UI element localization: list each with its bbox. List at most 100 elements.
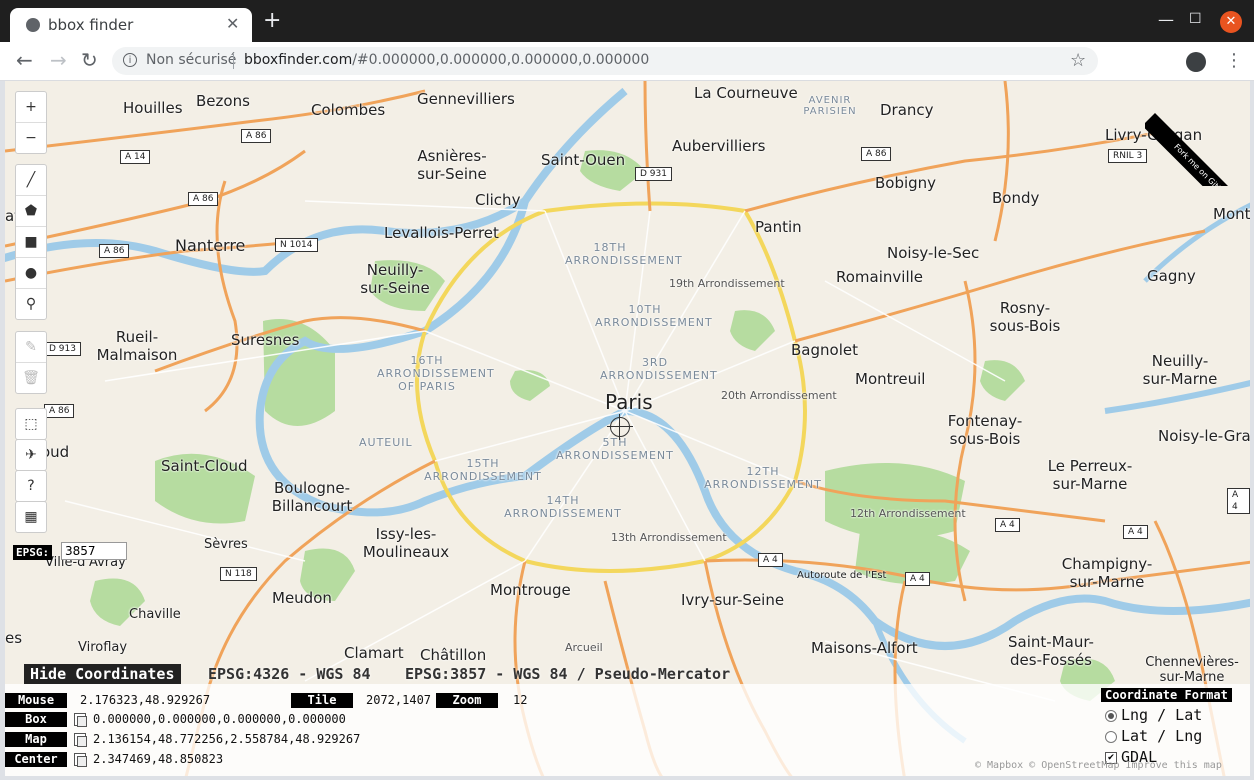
road-badge: A 86 [188, 192, 219, 206]
place-label: Neuilly-sur-Seine [360, 261, 430, 297]
grid-control: ▦ [15, 501, 47, 533]
info-icon[interactable]: i [123, 53, 137, 67]
tile-label: Tile [291, 693, 353, 708]
epsg-input[interactable] [61, 542, 127, 560]
place-label: Nanterre [175, 236, 246, 255]
place-label: 20th Arrondissement [721, 389, 837, 402]
address-bar[interactable]: i Non sécurisé bboxfinder.com/#0.000000,… [112, 47, 1098, 75]
road-badge: A 86 [99, 244, 130, 258]
place-label: 12th Arrondissement [850, 507, 966, 520]
minimize-icon[interactable]: — [1158, 10, 1174, 29]
place-label: Sèvres [204, 537, 248, 552]
place-label: es [5, 629, 23, 647]
satellite-icon[interactable]: ✈ [16, 440, 46, 470]
place-label: Drancy [880, 101, 934, 119]
place-label: Bagnolet [791, 341, 858, 359]
place-label: Bondy [992, 189, 1040, 207]
grid-icon[interactable]: ▦ [16, 502, 46, 532]
help-control: ? [15, 470, 47, 502]
place-label: Suresnes [231, 331, 300, 349]
help-icon[interactable]: ? [16, 471, 46, 501]
road-label: Autoroute de l'Est [797, 570, 887, 581]
polyline-icon[interactable]: ╱ [16, 165, 46, 196]
satellite-control: ✈ [15, 439, 47, 471]
tab-mercator[interactable]: EPSG:3857 - WGS 84 / Pseudo-Mercator [405, 665, 730, 683]
zoom-out-button[interactable]: − [16, 123, 46, 153]
tab-strip: bbox finder ✕ + — ☐ ✕ [0, 0, 1254, 42]
place-label: Issy-les-Moulineaux [362, 525, 450, 561]
forward-icon[interactable]: → [50, 48, 67, 72]
place-label: Maisons-Alfort [811, 639, 918, 657]
crosshair-icon [607, 414, 633, 440]
place-label: Montreuil [855, 370, 926, 388]
hide-coordinates-button[interactable]: Hide Coordinates [24, 664, 181, 684]
place-label: Asnières-sur-Seine [417, 147, 487, 183]
tab-title: bbox finder [48, 16, 134, 34]
coordinate-format-title: Coordinate Format [1101, 688, 1232, 702]
rectangle-icon[interactable]: ■ [16, 227, 46, 258]
copy-icon[interactable] [74, 733, 87, 747]
security-label: Non sécurisé [146, 52, 237, 68]
place-label: Bobigny [875, 174, 937, 192]
draw-toolbar: ╱ ⬟ ■ ● ⚲ [15, 164, 47, 320]
place-label: Colombes [311, 101, 386, 119]
place-label: Romainville [836, 268, 924, 286]
profile-icon[interactable] [1186, 52, 1206, 72]
epsg-label: EPSG: [13, 545, 53, 560]
maximize-icon[interactable]: ☐ [1189, 11, 1202, 27]
github-ribbon[interactable]: Fork me on GitHub [1145, 81, 1250, 186]
place-label: Arcueil [565, 641, 603, 654]
place-label: Clichy [475, 191, 521, 209]
place-label: Rosny-sous-Bois [989, 299, 1061, 335]
url-path: /#0.000000,0.000000,0.000000,0.000000 [352, 52, 650, 68]
github-ribbon-label: Fork me on GitHub [1145, 113, 1250, 186]
zoom-label: Zoom [436, 693, 498, 708]
format-lnglat[interactable]: Lng / Lat [1121, 706, 1202, 724]
map-canvas[interactable]: Houilles Bezons Colombes Gennevilliers L… [5, 81, 1250, 776]
place-label: Gennevilliers [417, 90, 515, 108]
close-window-icon[interactable]: ✕ [1220, 11, 1242, 33]
url-text[interactable]: bboxfinder.com/#0.000000,0.000000,0.0000… [244, 52, 649, 68]
polygon-icon[interactable]: ⬟ [16, 196, 46, 227]
place-label: Houilles [123, 99, 183, 117]
mouse-value: 2.176323,48.929267 [80, 693, 211, 707]
road-badge: A 86 [241, 129, 272, 143]
browser-toolbar: ← → ↻ i Non sécurisé bboxfinder.com/#0.0… [0, 42, 1254, 81]
copy-icon[interactable] [74, 753, 87, 767]
place-label: Saint-Ouen [541, 151, 626, 169]
browser-tab[interactable]: bbox finder ✕ [10, 8, 252, 42]
copy-icon[interactable] [74, 713, 87, 727]
url-host: bboxfinder.com [244, 52, 353, 68]
radio-lnglat[interactable] [1105, 710, 1117, 722]
star-icon[interactable]: ☆ [1070, 50, 1086, 71]
plus-icon[interactable]: + [263, 10, 281, 32]
browser-window: bbox finder ✕ + — ☐ ✕ ← → ↻ i Non sécuri… [0, 0, 1254, 780]
place-label: Le Perreux-sur-Marne [1047, 457, 1133, 493]
circle-icon[interactable]: ● [16, 258, 46, 289]
divider [233, 54, 234, 69]
road-badge: A 4 [1123, 525, 1148, 539]
close-icon[interactable]: ✕ [226, 14, 239, 33]
place-label: Bezons [196, 92, 250, 110]
place-label: Gagny [1147, 267, 1196, 285]
radio-latlng[interactable] [1105, 731, 1117, 743]
map-attribution[interactable]: © Mapbox © OpenStreetMap Improve this ma… [975, 760, 1222, 771]
trash-icon[interactable]: 🗑 [16, 363, 46, 393]
globe-icon [26, 18, 40, 32]
marker-icon[interactable]: ⚲ [16, 289, 46, 319]
bbox-icon[interactable]: ⬚ [16, 409, 46, 439]
format-latlng[interactable]: Lat / Lng [1121, 727, 1202, 745]
edit-icon[interactable]: ✎ [16, 332, 46, 363]
place-label: 5TH ARRONDISSEMENT [556, 436, 674, 462]
tab-wgs84[interactable]: EPSG:4326 - WGS 84 [208, 665, 371, 683]
place-label: 12TH ARRONDISSEMENT [704, 465, 822, 491]
reload-icon[interactable]: ↻ [81, 48, 98, 72]
kebab-menu-icon[interactable]: ⋮ [1225, 50, 1243, 71]
place-label: Fontenay-sous-Bois [947, 412, 1023, 448]
back-icon[interactable]: ← [16, 48, 33, 72]
road-badge: A 4 [758, 553, 783, 567]
zoom-control: + − [15, 91, 47, 154]
zoom-in-button[interactable]: + [16, 92, 46, 123]
center-value: 2.347469,48.850823 [93, 752, 224, 766]
road-badge: RNIL 3 [1108, 149, 1148, 163]
